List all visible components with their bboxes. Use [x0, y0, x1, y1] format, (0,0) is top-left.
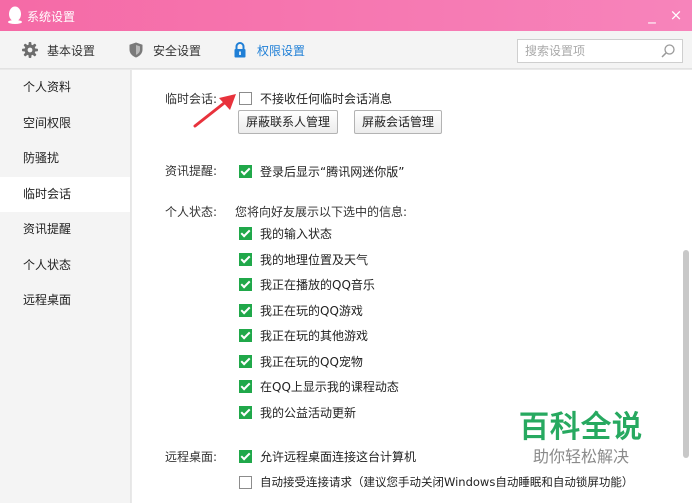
qq-penguin-icon	[8, 6, 22, 24]
status-checkbox[interactable]	[239, 329, 252, 342]
remote-auto-accept-checkbox[interactable]	[239, 475, 252, 489]
status-option-label: 我正在玩的其他游戏	[260, 329, 369, 343]
watermark-main: 百科全说	[519, 410, 643, 445]
watermark-sub: 助你轻松解决	[532, 447, 629, 466]
tab-basic-settings-label: 基本设置	[47, 43, 96, 58]
sidebar-item-personal-info[interactable]: 个人资料	[0, 70, 130, 106]
status-option-label: 我正在播放的QQ音乐	[260, 278, 375, 292]
remote-allow-checkbox[interactable]	[239, 450, 252, 463]
tab-permission-settings[interactable]: 权限设置	[231, 31, 305, 69]
annotation-arrow-icon	[193, 94, 236, 128]
status-option[interactable]: 我正在玩的QQ游戏	[239, 302, 363, 319]
status-checkbox[interactable]	[239, 227, 252, 240]
sidebar-item-anti-harassment[interactable]: 防骚扰	[0, 141, 130, 177]
personal-status-label: 个人状态:	[165, 205, 218, 219]
lock-icon	[234, 42, 246, 58]
gear-icon	[22, 42, 38, 58]
status-option-label: 我正在玩的QQ游戏	[260, 304, 363, 318]
block-contacts-button[interactable]: 屏蔽联系人管理	[238, 110, 339, 134]
news-option[interactable]: 登录后显示“腾讯网迷你版”	[239, 163, 404, 180]
temp-session-checkbox[interactable]	[239, 92, 252, 105]
status-option[interactable]: 我正在播放的QQ音乐	[239, 276, 375, 293]
remote-allow-label: 允许远程桌面连接这台计算机	[260, 450, 417, 464]
window-title: 系统设置	[27, 10, 76, 24]
status-checkbox[interactable]	[239, 304, 252, 317]
status-checkbox[interactable]	[239, 406, 252, 419]
sidebar-item-news-reminder[interactable]: 资讯提醒	[0, 212, 130, 248]
temp-session-option[interactable]: 不接收任何临时会话消息	[239, 90, 392, 107]
minimize-button[interactable]: _	[641, 4, 663, 26]
sidebar-item-space-permission[interactable]: 空间权限	[0, 106, 130, 142]
search-input[interactable]	[518, 40, 648, 62]
sidebar-item-personal-status[interactable]: 个人状态	[0, 248, 130, 284]
sidebar-item-temp-session[interactable]: 临时会话	[0, 176, 130, 212]
remote-auto-accept-label: 自动接受连接请求（建议您手动关闭Windows自动睡眠和自动锁屏功能）	[260, 475, 634, 489]
status-checkbox[interactable]	[239, 380, 252, 393]
temp-session-option-label: 不接收任何临时会话消息	[260, 92, 393, 106]
status-option-label: 我的地理位置及天气	[260, 253, 369, 267]
status-checkbox[interactable]	[239, 253, 252, 266]
status-option[interactable]: 我的公益活动更新	[239, 404, 356, 421]
status-option-label: 我的公益活动更新	[260, 406, 357, 420]
remote-option[interactable]: 自动接受连接请求（建议您手动关闭Windows自动睡眠和自动锁屏功能）	[239, 474, 633, 490]
remote-option[interactable]: 允许远程桌面连接这台计算机	[239, 448, 416, 465]
close-button[interactable]: ×	[665, 4, 687, 26]
personal-status-description: 您将向好友展示以下选中的信息:	[235, 205, 408, 219]
status-option-label: 在QQ上显示我的课程动态	[260, 380, 399, 394]
content-scrollbar[interactable]	[683, 250, 689, 458]
search-box	[517, 39, 683, 63]
sidebar-item-remote-desktop[interactable]: 远程桌面	[0, 283, 130, 319]
tab-basic-settings[interactable]: 基本设置	[21, 31, 95, 69]
status-option[interactable]: 我的输入状态	[239, 225, 332, 242]
status-checkbox[interactable]	[239, 355, 252, 368]
search-icon[interactable]	[660, 43, 676, 59]
watermark: 百科全说 助你轻松解决	[516, 410, 646, 468]
remote-desktop-label: 远程桌面:	[165, 450, 218, 464]
tab-security-settings[interactable]: 安全设置	[127, 31, 201, 69]
status-option[interactable]: 在QQ上显示我的课程动态	[239, 378, 399, 395]
news-reminder-label: 资讯提醒:	[165, 164, 218, 178]
status-option-label: 我正在玩的QQ宠物	[260, 355, 363, 369]
block-sessions-button[interactable]: 屏蔽会话管理	[354, 110, 443, 134]
tab-permission-settings-label: 权限设置	[257, 43, 306, 58]
title-bar: 系统设置 _ ×	[0, 0, 692, 31]
status-option-label: 我的输入状态	[260, 227, 333, 241]
status-option[interactable]: 我的地理位置及天气	[239, 251, 368, 268]
status-option[interactable]: 我正在玩的其他游戏	[239, 327, 368, 344]
shield-icon	[129, 42, 143, 58]
status-checkbox[interactable]	[239, 278, 252, 291]
status-option[interactable]: 我正在玩的QQ宠物	[239, 353, 363, 370]
news-option-label: 登录后显示“腾讯网迷你版”	[260, 165, 405, 179]
settings-tab-bar: 基本设置 安全设置 权限设置	[0, 31, 692, 69]
tab-security-settings-label: 安全设置	[153, 43, 202, 58]
news-checkbox[interactable]	[239, 165, 252, 178]
settings-sidebar: 个人资料 空间权限 防骚扰 临时会话 资讯提醒 个人状态 远程桌面	[0, 70, 131, 503]
